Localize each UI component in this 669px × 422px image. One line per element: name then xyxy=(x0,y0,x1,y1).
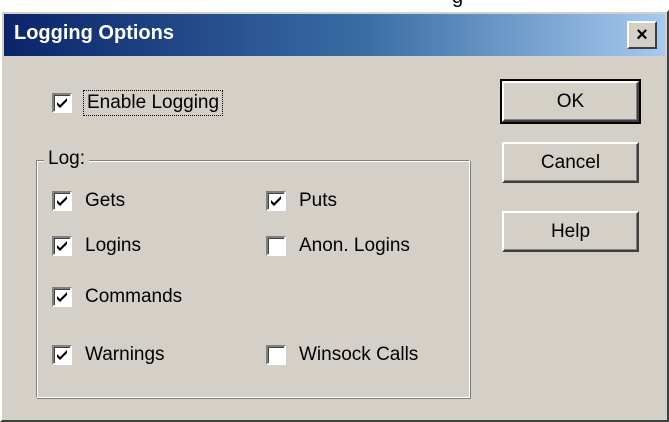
logging-options-dialog: Logging Options × Enable Logging Log: Ge… xyxy=(0,10,669,422)
anon-logins-checkbox[interactable]: Anon. Logins xyxy=(266,235,410,257)
checkbox-box[interactable] xyxy=(52,93,72,113)
checkmark-icon xyxy=(57,292,67,302)
title-bar[interactable]: Logging Options × xyxy=(4,14,665,56)
checkbox-box[interactable] xyxy=(266,236,286,256)
checkmark-icon xyxy=(57,350,67,360)
enable-logging-checkbox[interactable]: Enable Logging xyxy=(52,90,224,116)
background-text-fragment: g xyxy=(452,0,463,9)
checkbox-box[interactable] xyxy=(266,191,286,211)
checkbox-box[interactable] xyxy=(52,287,72,307)
puts-checkbox[interactable]: Puts xyxy=(266,190,337,212)
checkbox-label: Warnings xyxy=(85,344,165,365)
commands-checkbox[interactable]: Commands xyxy=(52,286,182,308)
dialog-title: Logging Options xyxy=(14,22,174,44)
checkbox-box[interactable] xyxy=(52,236,72,256)
ok-button[interactable]: OK xyxy=(500,79,641,124)
checkbox-label: Commands xyxy=(85,286,183,307)
checkbox-box[interactable] xyxy=(52,191,72,211)
checkmark-icon xyxy=(271,196,281,206)
checkmark-icon xyxy=(57,98,67,108)
checkmark-icon xyxy=(57,196,67,206)
logins-checkbox[interactable]: Logins xyxy=(52,235,141,257)
warnings-checkbox[interactable]: Warnings xyxy=(52,344,165,366)
checkbox-label: Enable Logging xyxy=(82,90,224,116)
log-group-legend: Log: xyxy=(44,148,89,170)
close-button[interactable]: × xyxy=(627,21,657,49)
cancel-button[interactable]: Cancel xyxy=(502,142,639,183)
checkbox-box[interactable] xyxy=(52,345,72,365)
checkbox-box[interactable] xyxy=(266,345,286,365)
checkbox-label: Winsock Calls xyxy=(299,344,419,365)
gets-checkbox[interactable]: Gets xyxy=(52,190,125,212)
checkbox-label: Puts xyxy=(299,190,338,211)
checkmark-icon xyxy=(57,241,67,251)
help-button[interactable]: Help xyxy=(502,211,639,252)
checkbox-label: Logins xyxy=(85,235,141,256)
checkbox-label: Gets xyxy=(85,190,126,211)
winsock-calls-checkbox[interactable]: Winsock Calls xyxy=(266,344,418,366)
checkbox-label: Anon. Logins xyxy=(299,235,410,256)
close-icon: × xyxy=(636,24,648,46)
